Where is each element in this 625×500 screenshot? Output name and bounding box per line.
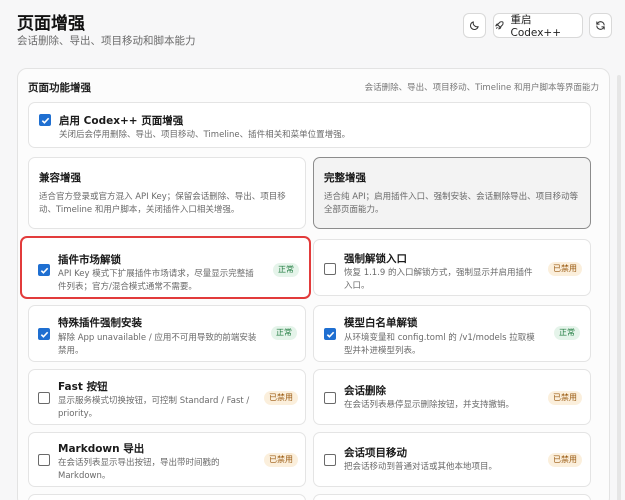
status-badge: 正常 [554, 326, 580, 340]
feature-card-special-install[interactable]: 特殊插件强制安装 解除 App unavailable / 应用不可用导致的前端… [28, 305, 306, 362]
moon-icon [470, 21, 479, 30]
mode-title: 兼容增强 [39, 172, 81, 184]
feature-desc: 把会话移动到普通对话或其他本地项目。 [344, 462, 498, 472]
master-toggle-card[interactable]: 启用 Codex++ 页面增强 关闭后会停用删除、导出、项目移动、Timelin… [28, 102, 591, 148]
feature-desc: 在会话列表显示导出按钮，导出带时间戳的 Markdown。 [58, 458, 220, 481]
mode-desc: 适合纯 API；启用插件入口、强制安装、会话删除导出、项目移动等全部页面能力。 [324, 192, 579, 215]
refresh-button[interactable] [589, 13, 612, 38]
status-badge: 已禁用 [548, 262, 582, 276]
feature-title: 插件市场解锁 [58, 254, 121, 266]
section-description: 会话删除、导出、项目移动、Timeline 和用户脚本等界面能力 [364, 83, 599, 93]
feature-title: 模型白名单解锁 [344, 317, 418, 329]
page-header: 页面增强 会话删除、导出、项目移动和脚本能力 重启 Codex++ [0, 0, 625, 58]
feature-card-force-unlock[interactable]: 强制解锁入口 恢复 1.1.9 的入口解锁方式，强制显示并启用插件入口。 已禁用 [313, 239, 591, 296]
mode-card-full[interactable]: 完整增强 适合纯 API；启用插件入口、强制安装、会话删除导出、项目移动等全部页… [313, 157, 591, 229]
feature-desc: 在会话列表悬停显示删除按钮，并支持撤销。 [344, 400, 515, 410]
feature-checkbox[interactable] [38, 392, 50, 404]
status-badge: 已禁用 [264, 391, 298, 405]
feature-checkbox[interactable] [38, 454, 50, 466]
status-badge: 已禁用 [264, 453, 298, 467]
feature-checkbox[interactable] [324, 392, 336, 404]
feature-checkbox[interactable] [38, 264, 50, 276]
page-subtitle: 会话删除、导出、项目移动和脚本能力 [17, 35, 196, 47]
feature-title: 特殊插件强制安装 [58, 317, 142, 329]
master-title: 启用 Codex++ 页面增强 [59, 115, 184, 127]
feature-desc: 解除 App unavailable / 应用不可用导致的前端安装禁用。 [58, 333, 257, 356]
feature-card-partial [313, 494, 591, 500]
feature-title: Markdown 导出 [58, 443, 145, 455]
feature-panel: 页面功能增强 会话删除、导出、项目移动、Timeline 和用户脚本等界面能力 … [17, 68, 610, 500]
feature-card-partial [28, 494, 306, 500]
mode-desc: 适合官方登录或官方混入 API Key；保留会话删除、导出、项目移动、Timel… [39, 192, 286, 215]
master-checkbox[interactable] [39, 114, 51, 126]
feature-card-plugin-market[interactable]: 插件市场解锁 API Key 模式下扩展插件市场请求，尽量显示完整插件列表；官方… [20, 236, 311, 299]
feature-desc: 恢复 1.1.9 的入口解锁方式，强制显示并启用插件入口。 [344, 268, 533, 291]
feature-desc: 从环境变量和 config.toml 的 /v1/models 拉取模型并补进模… [344, 333, 535, 356]
feature-desc: 显示服务模式切换按钮，可控制 Standard / Fast / priorit… [58, 396, 250, 419]
scrollbar[interactable] [617, 75, 621, 500]
feature-checkbox[interactable] [38, 328, 50, 340]
status-badge: 已禁用 [548, 391, 582, 405]
feature-title: 会话项目移动 [344, 447, 407, 459]
feature-title: Fast 按钮 [58, 381, 108, 393]
feature-card-project-move[interactable]: 会话项目移动 把会话移动到普通对话或其他本地项目。 已禁用 [313, 432, 591, 487]
restart-codex-label: 重启 Codex++ [510, 14, 562, 39]
status-badge: 正常 [271, 326, 297, 340]
theme-toggle-button[interactable] [463, 13, 486, 38]
status-badge: 正常 [273, 263, 299, 277]
feature-title: 会话删除 [344, 385, 386, 397]
restart-codex-button[interactable]: 重启 Codex++ [493, 13, 583, 39]
feature-checkbox[interactable] [324, 263, 336, 275]
status-badge: 已禁用 [548, 453, 582, 467]
feature-desc: API Key 模式下扩展插件市场请求，尽量显示完整插件列表；官方/混合模式通常… [58, 269, 254, 292]
section-title: 页面功能增强 [28, 82, 91, 94]
feature-card-fast-button[interactable]: Fast 按钮 显示服务模式切换按钮，可控制 Standard / Fast /… [28, 369, 306, 425]
feature-card-session-delete[interactable]: 会话删除 在会话列表悬停显示删除按钮，并支持撤销。 已禁用 [313, 369, 591, 425]
feature-title: 强制解锁入口 [344, 253, 407, 265]
feature-checkbox[interactable] [324, 454, 336, 466]
refresh-icon [596, 21, 605, 30]
feature-card-markdown-export[interactable]: Markdown 导出 在会话列表显示导出按钮，导出带时间戳的 Markdown… [28, 432, 306, 487]
feature-card-model-whitelist[interactable]: 模型白名单解锁 从环境变量和 config.toml 的 /v1/models … [313, 305, 591, 362]
master-desc: 关闭后会停用删除、导出、项目移动、Timeline、插件相关和菜单位置增强。 [59, 130, 351, 140]
rocket-icon [495, 21, 504, 30]
mode-title: 完整增强 [324, 172, 366, 184]
feature-checkbox[interactable] [324, 328, 336, 340]
mode-card-compatible[interactable]: 兼容增强 适合官方登录或官方混入 API Key；保留会话删除、导出、项目移动、… [28, 157, 306, 229]
page-title: 页面增强 [17, 14, 85, 34]
